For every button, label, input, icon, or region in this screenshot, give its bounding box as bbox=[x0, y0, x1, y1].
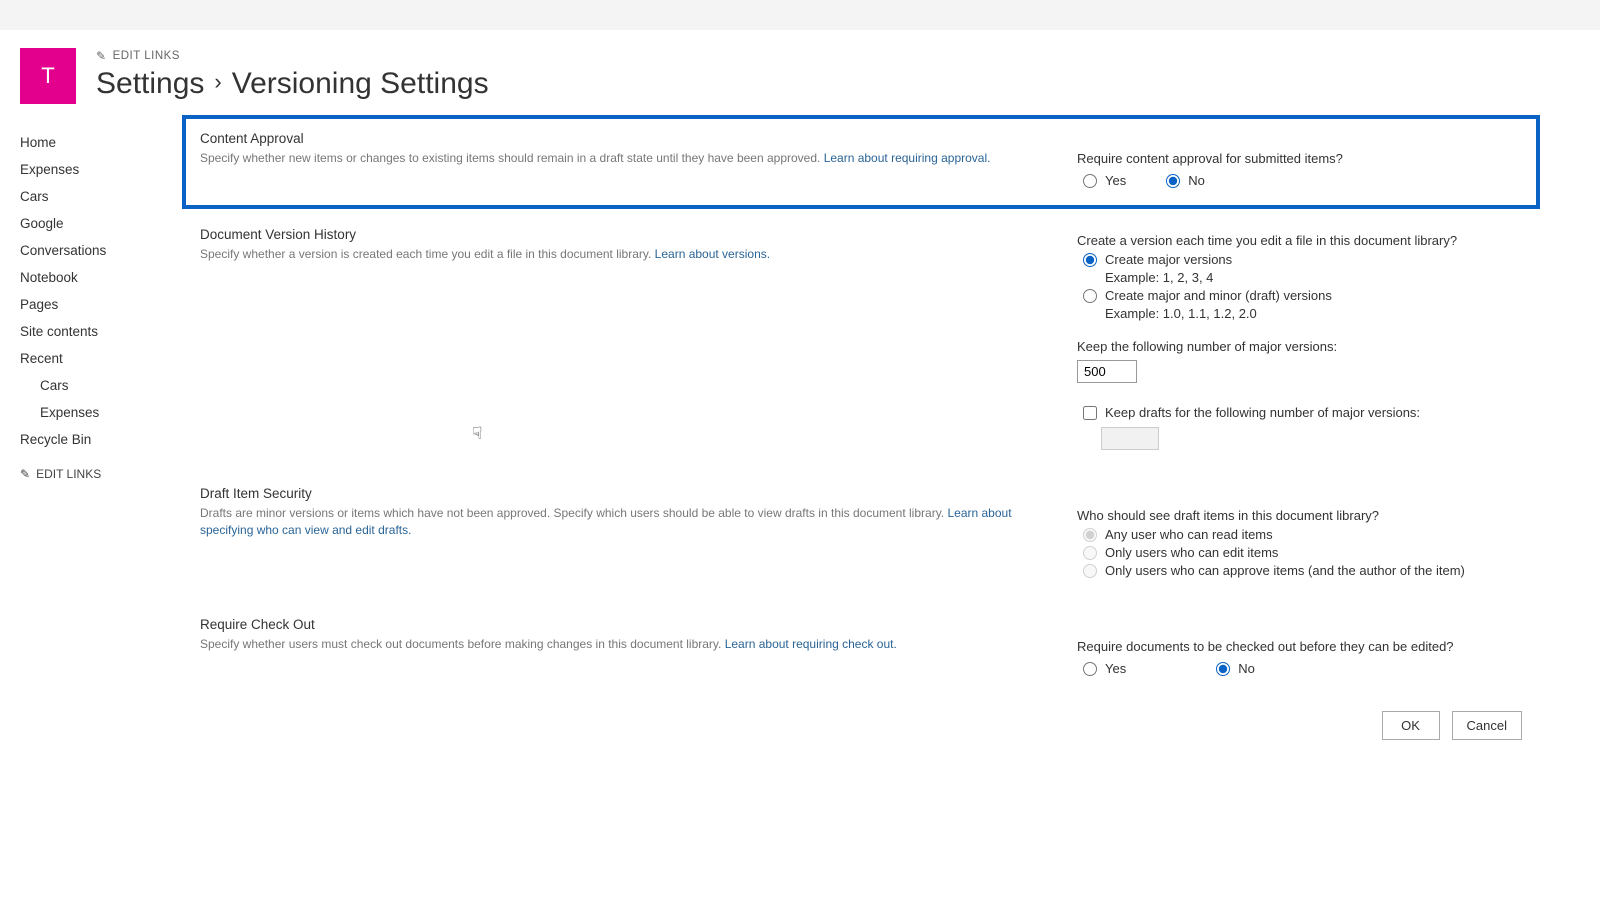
create-minor-label: Create major and minor (draft) versions bbox=[1105, 288, 1332, 303]
nav-site-contents[interactable]: Site contents bbox=[20, 318, 182, 345]
keep-major-input[interactable] bbox=[1077, 360, 1137, 383]
nav-notebook[interactable]: Notebook bbox=[20, 264, 182, 291]
checkout-yes-option[interactable]: Yes bbox=[1083, 661, 1126, 676]
content-approval-no-radio[interactable] bbox=[1166, 174, 1180, 188]
create-major-option[interactable]: Create major versions bbox=[1083, 252, 1522, 267]
create-minor-example: Example: 1.0, 1.1, 1.2, 2.0 bbox=[1105, 306, 1522, 321]
content-approval-yes-option[interactable]: Yes bbox=[1083, 173, 1126, 188]
keep-drafts-input bbox=[1101, 427, 1159, 450]
edit-links-bottom[interactable]: EDIT LINKS bbox=[20, 453, 101, 481]
create-minor-option[interactable]: Create major and minor (draft) versions bbox=[1083, 288, 1522, 303]
keep-drafts-option[interactable]: Keep drafts for the following number of … bbox=[1083, 405, 1522, 420]
breadcrumb-parent[interactable]: Settings bbox=[96, 67, 204, 101]
main-content: Content Approval Specify whether new ite… bbox=[182, 109, 1580, 780]
keep-major-label: Keep the following number of major versi… bbox=[1077, 339, 1522, 354]
nav-cars[interactable]: Cars bbox=[20, 183, 182, 210]
draft-opt2-radio bbox=[1083, 546, 1097, 560]
draft-opt1: Any user who can read items bbox=[1083, 527, 1522, 542]
ok-button[interactable]: OK bbox=[1382, 711, 1440, 740]
section-draft-security: Draft Item Security Drafts are minor ver… bbox=[182, 472, 1540, 603]
content-approval-no-label: No bbox=[1188, 173, 1205, 188]
site-logo-letter: T bbox=[41, 63, 54, 89]
draft-opt3-radio bbox=[1083, 564, 1097, 578]
draft-security-desc: Drafts are minor versions or items which… bbox=[200, 505, 1047, 539]
content-approval-learn-link[interactable]: Learn about requiring approval. bbox=[824, 151, 991, 165]
site-logo[interactable]: T bbox=[20, 48, 76, 104]
checkout-yes-radio[interactable] bbox=[1083, 662, 1097, 676]
nav-recent[interactable]: Recent bbox=[20, 345, 182, 372]
draft-security-title: Draft Item Security bbox=[200, 486, 1047, 501]
content-approval-title: Content Approval bbox=[200, 131, 1047, 146]
checkout-yes-label: Yes bbox=[1105, 661, 1126, 676]
edit-links-bottom-label: EDIT LINKS bbox=[36, 467, 101, 481]
nav-recycle-bin[interactable]: Recycle Bin bbox=[20, 426, 182, 453]
version-history-desc-text: Specify whether a version is created eac… bbox=[200, 247, 655, 261]
draft-opt1-radio bbox=[1083, 528, 1097, 542]
nav-recent-cars[interactable]: Cars bbox=[20, 372, 182, 399]
create-minor-radio[interactable] bbox=[1083, 289, 1097, 303]
checkout-title: Require Check Out bbox=[200, 617, 1047, 632]
nav-pages[interactable]: Pages bbox=[20, 291, 182, 318]
version-history-desc: Specify whether a version is created eac… bbox=[200, 246, 1047, 263]
keep-drafts-label: Keep drafts for the following number of … bbox=[1105, 405, 1420, 420]
content-approval-no-option[interactable]: No bbox=[1166, 173, 1205, 188]
version-history-title: Document Version History bbox=[200, 227, 1047, 242]
draft-opt1-label: Any user who can read items bbox=[1105, 527, 1273, 542]
breadcrumb-caret-icon: › bbox=[214, 71, 221, 93]
content-approval-yes-label: Yes bbox=[1105, 173, 1126, 188]
draft-opt2-label: Only users who can edit items bbox=[1105, 545, 1278, 560]
section-checkout: Require Check Out Specify whether users … bbox=[182, 603, 1540, 701]
cancel-button[interactable]: Cancel bbox=[1452, 711, 1522, 740]
nav-google[interactable]: Google bbox=[20, 210, 182, 237]
draft-opt3: Only users who can approve items (and th… bbox=[1083, 563, 1522, 578]
edit-links-top[interactable]: EDIT LINKS bbox=[96, 49, 180, 63]
checkout-question: Require documents to be checked out befo… bbox=[1077, 639, 1522, 654]
suite-bar bbox=[0, 0, 1600, 30]
buttons-row: OK Cancel bbox=[182, 701, 1540, 780]
pencil-icon bbox=[20, 467, 30, 481]
section-content-approval: Content Approval Specify whether new ite… bbox=[182, 115, 1540, 209]
draft-security-desc-text: Drafts are minor versions or items which… bbox=[200, 506, 947, 520]
checkout-desc: Specify whether users must check out doc… bbox=[200, 636, 1047, 653]
draft-opt2: Only users who can edit items bbox=[1083, 545, 1522, 560]
breadcrumb: Settings › Versioning Settings bbox=[96, 67, 1580, 101]
checkout-no-option[interactable]: No bbox=[1216, 661, 1255, 676]
section-version-history: Document Version History Specify whether… bbox=[182, 213, 1540, 472]
keep-drafts-checkbox[interactable] bbox=[1083, 406, 1097, 420]
nav-home[interactable]: Home bbox=[20, 129, 182, 156]
checkout-desc-text: Specify whether users must check out doc… bbox=[200, 637, 725, 651]
version-history-learn-link[interactable]: Learn about versions. bbox=[655, 247, 770, 261]
left-nav: Home Expenses Cars Google Conversations … bbox=[20, 109, 182, 780]
version-history-question: Create a version each time you edit a fi… bbox=[1077, 233, 1522, 248]
content-approval-question: Require content approval for submitted i… bbox=[1077, 151, 1522, 166]
draft-security-question: Who should see draft items in this docum… bbox=[1077, 508, 1522, 523]
checkout-no-label: No bbox=[1238, 661, 1255, 676]
page-title: Versioning Settings bbox=[232, 67, 489, 101]
create-major-example: Example: 1, 2, 3, 4 bbox=[1105, 270, 1522, 285]
nav-recent-expenses[interactable]: Expenses bbox=[20, 399, 182, 426]
content-approval-yes-radio[interactable] bbox=[1083, 174, 1097, 188]
pencil-icon bbox=[96, 49, 107, 63]
checkout-learn-link[interactable]: Learn about requiring check out. bbox=[725, 637, 897, 651]
create-major-label: Create major versions bbox=[1105, 252, 1232, 267]
nav-expenses[interactable]: Expenses bbox=[20, 156, 182, 183]
checkout-no-radio[interactable] bbox=[1216, 662, 1230, 676]
edit-links-top-label: EDIT LINKS bbox=[113, 50, 180, 62]
page-header: T EDIT LINKS Settings › Versioning Setti… bbox=[0, 30, 1600, 109]
create-major-radio[interactable] bbox=[1083, 253, 1097, 267]
content-approval-desc: Specify whether new items or changes to … bbox=[200, 150, 1047, 167]
draft-opt3-label: Only users who can approve items (and th… bbox=[1105, 563, 1465, 578]
content-approval-desc-text: Specify whether new items or changes to … bbox=[200, 151, 824, 165]
nav-conversations[interactable]: Conversations bbox=[20, 237, 182, 264]
